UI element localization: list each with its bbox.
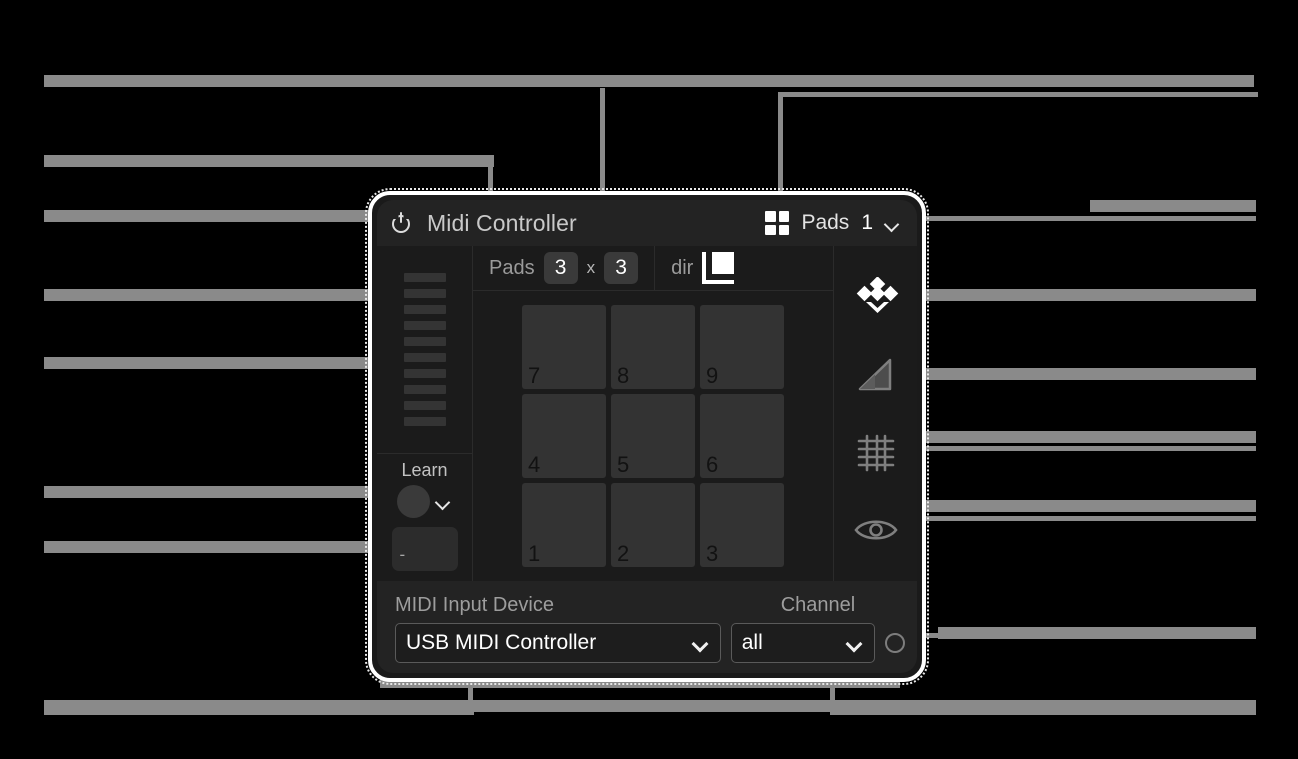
pad-number: 9: [706, 363, 719, 388]
leader-line: [890, 294, 1256, 299]
redacted-label: [1090, 200, 1256, 212]
midi-device-label: MIDI Input Device: [395, 594, 554, 616]
chevron-down-icon: [847, 638, 864, 648]
pads-bank-label: Pads: [801, 211, 850, 234]
leader-line: [44, 492, 402, 497]
chevron-down-icon: [885, 219, 901, 228]
pads-direction-label: dir: [671, 256, 694, 279]
left-control-column: Learn -: [377, 246, 473, 581]
fader-step: [403, 401, 446, 410]
leader-line: [890, 446, 1256, 451]
power-icon[interactable]: [391, 212, 413, 234]
leader-line: [900, 633, 1256, 638]
chevron-down-icon[interactable]: [436, 497, 452, 506]
midi-activity-led: [885, 633, 905, 653]
learn-section: Learn -: [377, 454, 472, 581]
body-area: Learn - Pads 3 x 3 dir 7 8 9 4 5 6 1 2 3: [377, 246, 917, 581]
pads-dimension-label: Pads: [489, 256, 535, 279]
leader-line: [890, 374, 1256, 379]
pad[interactable]: 7: [522, 305, 606, 389]
midi-labels-row: MIDI Input Device Channel: [395, 587, 905, 617]
pads-times-separator: x: [586, 258, 596, 277]
learn-knob[interactable]: [397, 485, 430, 518]
midi-controls-row: USB MIDI Controller all: [395, 623, 905, 663]
leader-line: [830, 710, 1256, 715]
fader-step: [403, 273, 446, 282]
layers-icon[interactable]: [852, 273, 900, 321]
grid-icon[interactable]: [765, 211, 790, 235]
pad[interactable]: 2: [611, 483, 695, 567]
right-icon-rail: [833, 246, 917, 581]
learn-label: Learn: [401, 460, 448, 480]
leader-line: [44, 548, 402, 553]
leader-line: [898, 216, 1256, 221]
leader-line: [44, 160, 492, 165]
page-title: Midi Controller: [427, 209, 577, 236]
pads-dimension-group: Pads 3 x 3: [473, 246, 654, 290]
leader-line: [44, 296, 414, 301]
eye-icon[interactable]: [852, 506, 900, 554]
pad[interactable]: 5: [611, 394, 695, 478]
corner-bottom-left-icon[interactable]: [702, 252, 735, 284]
pad[interactable]: 1: [522, 483, 606, 567]
pad[interactable]: 4: [522, 394, 606, 478]
fader-step: [403, 353, 446, 362]
pad-number: 1: [528, 541, 541, 566]
pads-config-row: Pads 3 x 3 dir: [473, 246, 833, 291]
pad[interactable]: 6: [700, 394, 784, 478]
center-column: Pads 3 x 3 dir 7 8 9 4 5 6 1 2 3: [473, 246, 833, 581]
pad-number: 3: [706, 541, 719, 566]
plugin-inner-frame: Midi Controller Pads 1 Learn - Pads 3 x …: [377, 200, 917, 673]
fader-step: [403, 305, 446, 314]
pads-bank-value: 1: [861, 211, 873, 234]
fader-step: [403, 385, 446, 394]
pads-direction-group: dir: [654, 246, 750, 290]
leader-line: [778, 92, 1258, 97]
pad[interactable]: 8: [611, 305, 695, 389]
midi-device-select[interactable]: USB MIDI Controller: [395, 623, 721, 663]
midi-controller-window: Midi Controller Pads 1 Learn - Pads 3 x …: [365, 188, 929, 685]
learn-value-field[interactable]: -: [391, 527, 458, 571]
redacted-label: [44, 75, 1254, 87]
pad-number: 4: [528, 452, 541, 477]
midi-device-value: USB MIDI Controller: [406, 631, 597, 654]
titlebar: Midi Controller Pads 1: [377, 200, 917, 246]
pads-bank-dropdown[interactable]: Pads 1: [801, 211, 911, 235]
pad-number: 6: [706, 452, 719, 477]
fader-step: [403, 289, 446, 298]
pads-rows-input[interactable]: 3: [604, 252, 639, 284]
learn-row: [397, 485, 452, 518]
chevron-down-icon: [693, 638, 710, 648]
pad[interactable]: 9: [700, 305, 784, 389]
fader-step: [403, 321, 446, 330]
pad-number: 7: [528, 363, 541, 388]
redacted-label: [898, 500, 1256, 512]
fader-step: [403, 369, 446, 378]
midi-settings-bar: MIDI Input Device Channel USB MIDI Contr…: [377, 581, 917, 673]
midi-channel-value: all: [741, 631, 763, 654]
pad-number: 8: [617, 363, 630, 388]
pad-grid-wrapper: 7 8 9 4 5 6 1 2 3: [473, 291, 833, 581]
midi-channel-label: Channel: [780, 594, 856, 616]
ramp-triangle-icon[interactable]: [852, 351, 900, 399]
fader-slider[interactable]: [377, 246, 472, 454]
leader-line: [44, 710, 474, 715]
pad-number: 5: [617, 452, 630, 477]
leader-line: [890, 516, 1256, 521]
midi-channel-select[interactable]: all: [730, 623, 875, 663]
redacted-label: [898, 431, 1256, 443]
pad[interactable]: 3: [700, 483, 784, 567]
fader-step: [403, 337, 446, 346]
pad-grid: 7 8 9 4 5 6 1 2 3: [522, 305, 784, 567]
mixer-lines-icon[interactable]: [852, 428, 900, 476]
fader-step: [403, 417, 446, 426]
pads-cols-input[interactable]: 3: [543, 252, 578, 284]
pad-number: 2: [617, 541, 630, 566]
